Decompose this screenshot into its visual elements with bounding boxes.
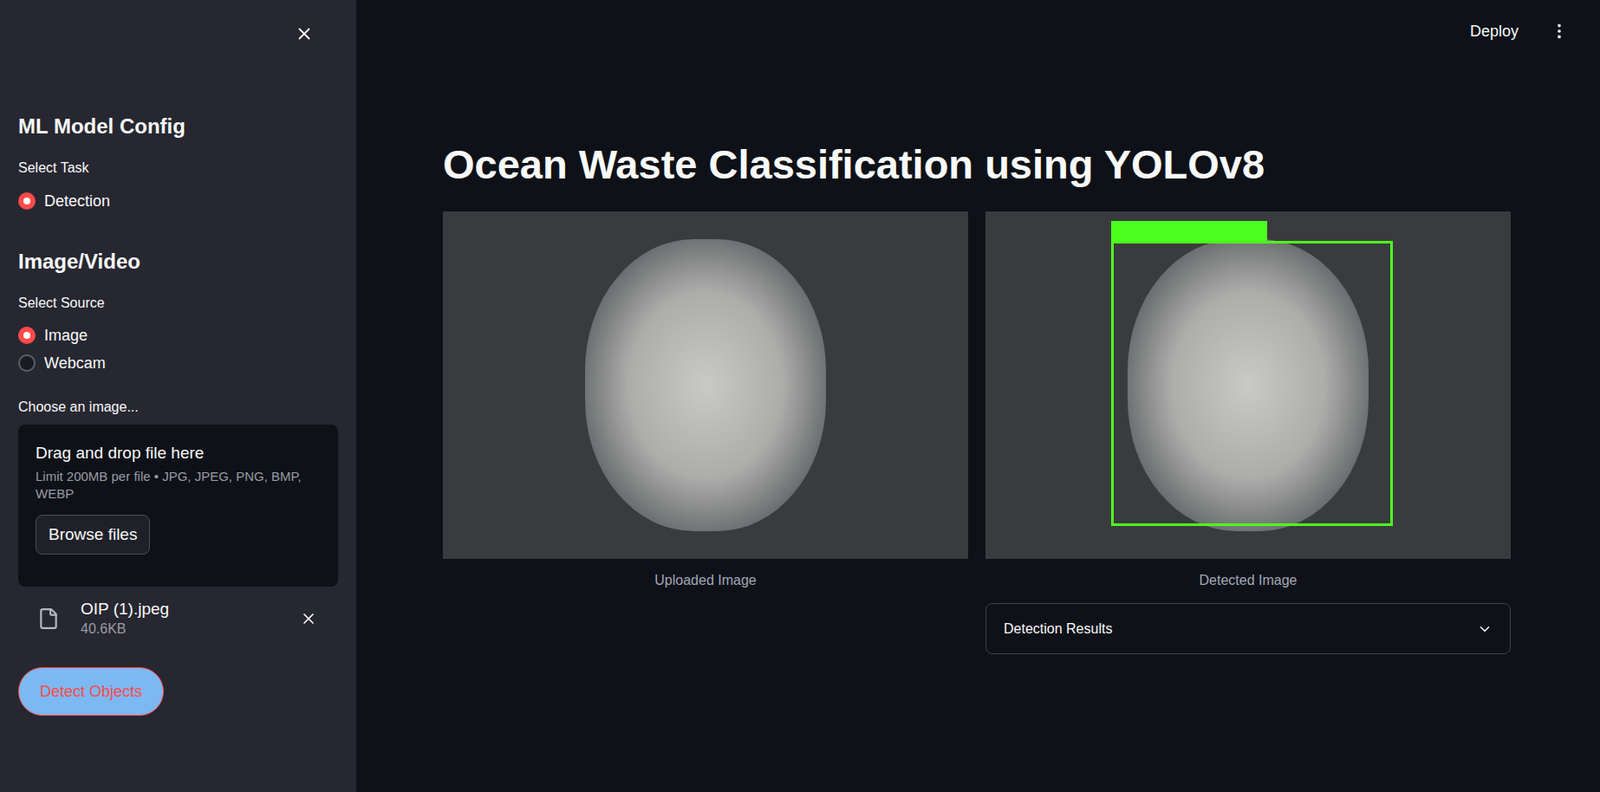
photo <box>442 211 969 560</box>
sidebar-section: Image/Video Select Source Image Webcam <box>18 248 339 376</box>
photo <box>985 211 1511 560</box>
sidebar: ML Model Config Select Task Detection Image… <box>0 0 357 792</box>
page-title: Ocean Waste Classification using YOLOv8 <box>442 138 1511 191</box>
app: ML Model Config Select Task Detection Image… <box>0 0 1600 792</box>
menu-icon[interactable] <box>1549 21 1569 41</box>
sidebar-section: ML Model Config Select Task Detection <box>18 113 339 214</box>
radio-circle[interactable] <box>18 192 36 210</box>
section-heading: ML Model Config <box>18 113 339 140</box>
close-icon[interactable] <box>294 24 314 44</box>
deploy-button[interactable]: Deploy <box>1469 19 1519 44</box>
browse-button[interactable]: Browse files <box>35 514 150 555</box>
field-label: Select Task <box>18 158 339 178</box>
radio-option[interactable]: Image <box>18 323 339 348</box>
radio-circle[interactable] <box>18 354 36 372</box>
chevron-icon <box>1476 621 1493 638</box>
uploader-label: Choose an image... <box>18 397 339 417</box>
radio-option[interactable]: Webcam <box>18 351 339 376</box>
image-column: Uploaded Image <box>442 211 969 655</box>
image-column: Detected Image Detection Results <box>985 211 1511 655</box>
detect-button[interactable]: Detect Objects <box>18 667 164 716</box>
detection-box <box>1111 240 1393 527</box>
file-icon <box>37 605 60 632</box>
image-caption: Uploaded Image <box>442 571 969 591</box>
limit-text: Limit 200MB per file • JPG, JPEG, PNG, B… <box>35 468 321 503</box>
header: Deploy <box>356 0 1600 63</box>
remove-file-icon[interactable] <box>299 610 318 628</box>
radio-circle[interactable] <box>18 326 36 345</box>
detection-results-expander[interactable]: Detection Results <box>985 603 1511 655</box>
dropzone[interactable]: Drag and drop file hereLimit 200MB per f… <box>18 424 339 587</box>
image-caption: Detected Image <box>985 571 1511 591</box>
radio-option[interactable]: Detection <box>18 188 339 214</box>
field-label: Select Source <box>18 293 339 313</box>
main: Deploy Ocean Waste Classification using Y… <box>356 0 1600 792</box>
section-heading: Image/Video <box>18 248 339 275</box>
uploaded-file: OIP (1).jpeg40.6KB <box>18 598 339 639</box>
